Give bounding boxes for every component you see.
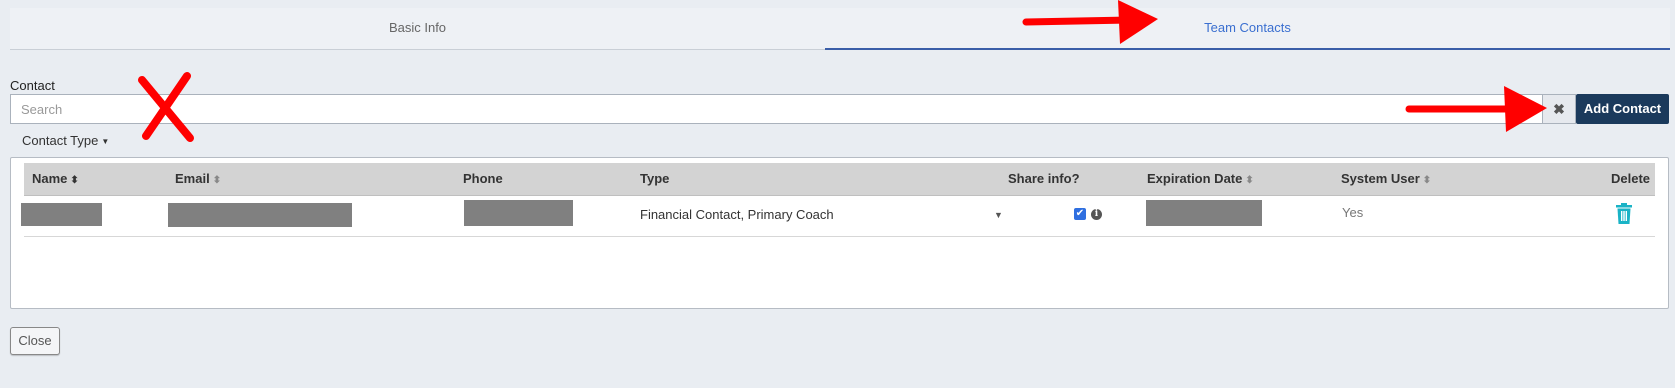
redacted-expiration-date bbox=[1146, 200, 1262, 226]
caret-down-icon: ▼ bbox=[101, 137, 110, 147]
contacts-table-panel: Name ⬍ Email ⬍ Phone Type Share info? Expi… bbox=[10, 157, 1669, 309]
tab-team-contacts[interactable]: Team Contacts bbox=[825, 8, 1670, 50]
trash-icon[interactable] bbox=[1615, 203, 1633, 225]
table-header: Name ⬍ Email ⬍ Phone Type Share info? Expi… bbox=[24, 163, 1655, 196]
header-email-label: Email bbox=[175, 171, 210, 186]
close-button[interactable]: Close bbox=[10, 327, 60, 355]
contact-type-value: Financial Contact, Primary Coach bbox=[640, 207, 834, 222]
sort-icon: ⬍ bbox=[70, 175, 79, 186]
type-dropdown-caret-icon[interactable]: ▼ bbox=[994, 210, 1003, 220]
sort-icon: ⬍ bbox=[1422, 175, 1432, 186]
header-email[interactable]: Email ⬍ bbox=[175, 163, 221, 197]
close-icon: ✖ bbox=[1553, 101, 1565, 117]
contact-search-input[interactable] bbox=[10, 94, 1543, 124]
table-row: Financial Contact, Primary Coach ▼ ✔ i Y… bbox=[21, 195, 1655, 237]
clear-search-button[interactable]: ✖ bbox=[1543, 94, 1576, 124]
share-info-checkbox[interactable]: ✔ bbox=[1074, 208, 1086, 220]
tab-bar: Basic Info Team Contacts bbox=[10, 8, 1670, 50]
header-name-label: Name bbox=[32, 171, 68, 186]
header-expiration-label: Expiration Date bbox=[1147, 171, 1243, 186]
redacted-phone bbox=[464, 200, 573, 226]
sort-icon: ⬍ bbox=[212, 175, 222, 186]
header-delete: Delete bbox=[1611, 171, 1651, 186]
add-contact-button[interactable]: Add Contact bbox=[1576, 94, 1669, 124]
header-system-user[interactable]: System User ⬍ bbox=[1341, 163, 1431, 197]
redacted-email bbox=[168, 203, 352, 227]
redacted-name bbox=[21, 203, 102, 226]
tab-basic-info[interactable]: Basic Info bbox=[10, 8, 825, 50]
contact-type-label: Contact Type bbox=[22, 133, 99, 148]
system-user-value: Yes bbox=[1342, 205, 1364, 220]
sort-icon: ⬍ bbox=[1245, 175, 1254, 186]
info-icon: i bbox=[1091, 209, 1102, 220]
header-phone: Phone bbox=[463, 171, 503, 186]
contact-type-dropdown[interactable]: Contact Type ▼ bbox=[22, 133, 109, 148]
header-system-user-label: System User bbox=[1341, 171, 1420, 186]
header-expiration-date[interactable]: Expiration Date ⬍ bbox=[1147, 163, 1254, 197]
contact-label: Contact bbox=[10, 78, 55, 93]
header-share-info: Share info? bbox=[1008, 171, 1080, 186]
header-name[interactable]: Name ⬍ bbox=[32, 163, 79, 197]
header-type: Type bbox=[640, 171, 670, 186]
